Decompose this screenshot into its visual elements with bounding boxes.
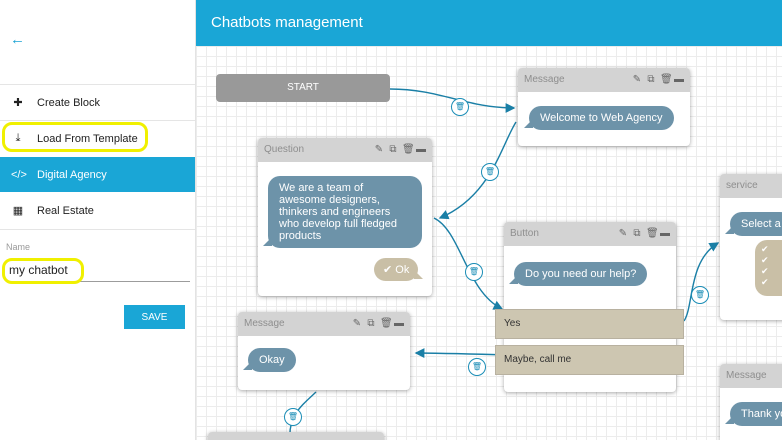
check-icon: ✔: [761, 277, 769, 287]
copy-icon[interactable]: ⧉: [632, 228, 642, 239]
block-header: service: [720, 174, 782, 198]
back-arrow-icon[interactable]: ←: [10, 32, 26, 48]
service-block[interactable]: service Select a ✔ ✔ ✔ ✔: [720, 174, 782, 320]
block-tools: ✎ ⧉ 🗑 ▬: [374, 144, 426, 155]
message-block[interactable]: Message ✎ ⧉ 🗑 ▬ Okay: [238, 312, 410, 390]
trash-icon[interactable]: 🗑: [646, 228, 659, 239]
message-bubble: Welcome to Web Agency: [524, 106, 674, 130]
header: Chatbots management: [196, 0, 782, 46]
block-header: Message: [720, 364, 782, 388]
block-title: Button: [510, 228, 539, 239]
sidebar: ← ✚ Create Block ⤓ Load From Template </…: [0, 0, 196, 440]
quick-reply-label: Ok: [395, 264, 410, 276]
sidebar-item-create-block[interactable]: ✚ Create Block: [0, 85, 195, 120]
delete-connection-icon[interactable]: 🗑: [284, 408, 302, 426]
service-bubble: Select a: [725, 212, 782, 236]
start-node[interactable]: START: [216, 74, 390, 102]
block-tools: ✎ ⧉ 🗑 ▬: [352, 318, 404, 329]
block-title: Message: [726, 370, 767, 381]
block-title: service: [726, 180, 758, 191]
sidebar-item-label: Real Estate: [37, 204, 94, 217]
block-title: Question: [264, 144, 305, 155]
minimize-icon[interactable]: ▬: [674, 74, 684, 85]
check-icon: ✔: [761, 266, 769, 276]
block-title: Message: [524, 74, 565, 85]
message-bubble: Okay: [243, 348, 296, 372]
service-options[interactable]: ✔ ✔ ✔ ✔: [755, 240, 782, 296]
highlight-annotation: [2, 122, 148, 152]
block-header: [208, 432, 384, 440]
edit-icon[interactable]: ✎: [352, 318, 362, 329]
message-block[interactable]: Message ✎ ⧉ 🗑 ▬ Welcome to Web Agency: [518, 68, 690, 146]
copy-icon[interactable]: ⧉: [646, 74, 656, 85]
edit-icon[interactable]: ✎: [632, 74, 642, 85]
sidebar-item-label: Digital Agency: [37, 168, 107, 181]
message-block[interactable]: Message Thank yo: [720, 364, 782, 440]
copy-icon[interactable]: ⧉: [366, 318, 376, 329]
question-bubble: We are a team of awesome designers, thin…: [263, 176, 422, 248]
block-header: Button ✎ ⧉ 🗑 ▬: [504, 222, 676, 246]
divider: [0, 229, 195, 230]
trash-icon[interactable]: 🗑: [402, 144, 415, 155]
edit-icon[interactable]: ✎: [374, 144, 384, 155]
question-block[interactable]: Question ✎ ⧉ 🗑 ▬ We are a team of awesom…: [258, 138, 432, 296]
highlight-annotation: [2, 258, 84, 284]
button-option-maybe[interactable]: Maybe, call me: [495, 345, 684, 375]
minimize-icon[interactable]: ▬: [416, 144, 426, 155]
check-icon: ✔: [383, 264, 393, 276]
plus-icon: ✚: [13, 97, 23, 109]
check-icon: ✔: [761, 244, 769, 254]
building-icon: ▦: [12, 205, 24, 217]
block-header: Question ✎ ⧉ 🗑 ▬: [258, 138, 432, 162]
delete-connection-icon[interactable]: 🗑: [468, 358, 486, 376]
delete-connection-icon[interactable]: 🗑: [481, 163, 499, 181]
code-icon: </>: [11, 168, 27, 181]
delete-connection-icon[interactable]: 🗑: [465, 263, 483, 281]
save-button[interactable]: SAVE: [124, 305, 185, 329]
minimize-icon[interactable]: ▬: [660, 228, 670, 239]
page-title: Chatbots management: [211, 14, 363, 31]
edit-icon[interactable]: ✎: [618, 228, 628, 239]
delete-connection-icon[interactable]: 🗑: [691, 286, 709, 304]
trash-icon[interactable]: 🗑: [380, 318, 393, 329]
copy-icon[interactable]: ⧉: [388, 144, 398, 155]
block-header: Message ✎ ⧉ 🗑 ▬: [518, 68, 690, 92]
check-icon: ✔: [761, 255, 769, 265]
flow-canvas[interactable]: START Message ✎ ⧉ 🗑 ▬ Welcome to Web Age…: [196, 46, 782, 440]
block-tools: ✎ ⧉ 🗑 ▬: [618, 228, 670, 239]
block-tools: ✎ ⧉ 🗑 ▬: [632, 74, 684, 85]
sidebar-item-label: Create Block: [37, 96, 100, 109]
delete-connection-icon[interactable]: 🗑: [451, 98, 469, 116]
message-block[interactable]: [208, 432, 384, 440]
minimize-icon[interactable]: ▬: [394, 318, 404, 329]
block-title: Message: [244, 318, 285, 329]
message-bubble: Thank yo: [724, 402, 782, 426]
quick-reply[interactable]: ✔ Ok: [374, 258, 424, 281]
block-header: Message ✎ ⧉ 🗑 ▬: [238, 312, 410, 336]
sidebar-item-real-estate[interactable]: ▦ Real Estate: [0, 193, 195, 228]
sidebar-item-digital-agency[interactable]: </> Digital Agency: [0, 157, 195, 192]
name-label: Name: [6, 242, 31, 252]
button-prompt-bubble: Do you need our help?: [508, 262, 648, 286]
trash-icon[interactable]: 🗑: [660, 74, 673, 85]
button-option-yes[interactable]: Yes: [495, 309, 684, 339]
